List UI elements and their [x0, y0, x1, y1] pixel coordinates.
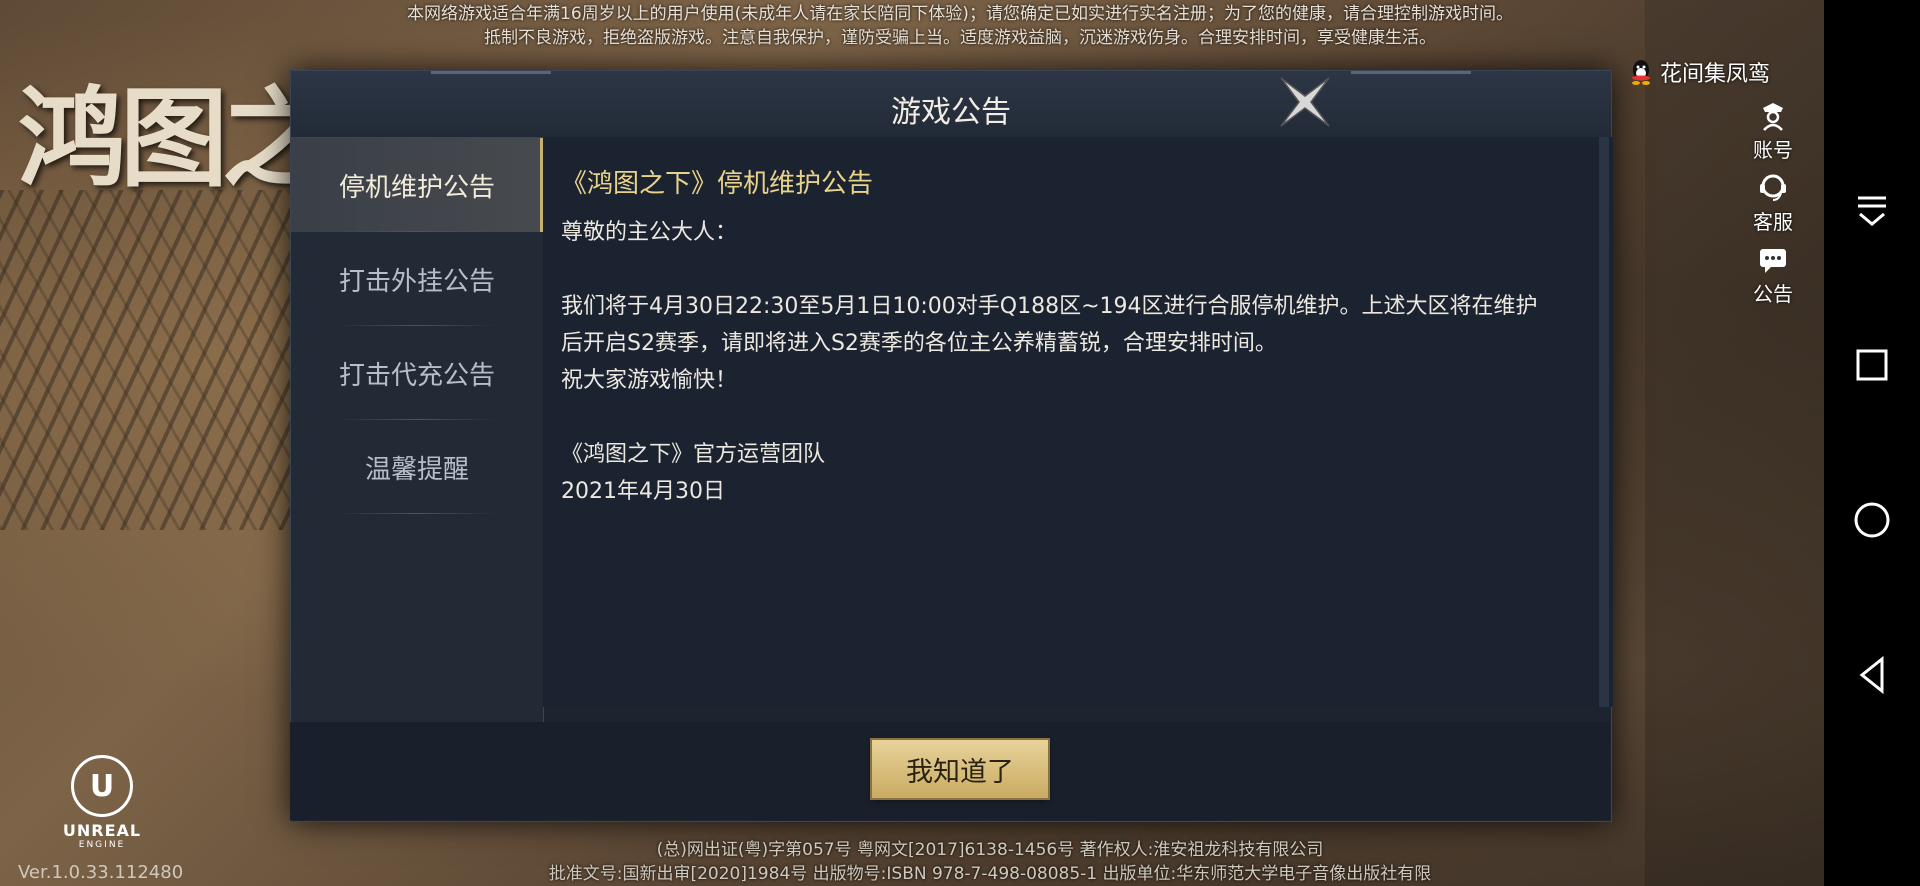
content-line: 我们将于4月30日22:30至5月1日10:00对手Q188区~194区进行合服… — [561, 294, 1538, 319]
username: 花间集凤鸾 — [1660, 62, 1771, 87]
dialog-title: 游戏公告 — [891, 95, 1011, 130]
notification-pull-icon[interactable] — [1852, 190, 1892, 230]
tab-maintenance[interactable]: 停机维护公告 — [291, 138, 543, 232]
content-line: 祝大家游戏愉快！ — [561, 368, 738, 393]
account-label: 账号 — [1753, 138, 1793, 162]
close-icon — [1280, 77, 1330, 127]
recents-icon[interactable] — [1852, 345, 1892, 385]
tab-reminder[interactable]: 温馨提醒 — [291, 420, 543, 514]
customer-service-label: 客服 — [1753, 210, 1793, 234]
announcement-content: 《鸿图之下》停机维护公告 尊敬的主公大人： 我们将于4月30日22:30至5月1… — [543, 137, 1613, 707]
content-line: 《鸿图之下》官方运营团队 — [561, 442, 826, 467]
license-line1: (总)网出证(粤)字第057号 粤网文[2017]6138-1456号 著作权人… — [656, 840, 1324, 860]
announcement-icon — [1760, 249, 1786, 273]
account-icon — [1763, 103, 1783, 131]
license-info: (总)网出证(粤)字第057号 粤网文[2017]6138-1456号 著作权人… — [420, 838, 1560, 886]
qq-icon — [1632, 60, 1650, 85]
content-line: 2021年4月30日 — [561, 479, 725, 504]
announcement-label: 公告 — [1753, 282, 1793, 306]
home-icon[interactable] — [1852, 500, 1892, 540]
content-scrollbar[interactable] — [1599, 137, 1609, 707]
acknowledge-button[interactable]: 我知道了 — [872, 740, 1048, 798]
customer-service-button[interactable]: 客服 — [1745, 172, 1801, 235]
tab-anti-proxy-recharge[interactable]: 打击代充公告 — [291, 326, 543, 420]
version-text: Ver.1.0.33.112480 — [18, 862, 184, 883]
health-notice-line2: 抵制不良游戏，拒绝盗版游戏。注意自我保护，谨防受骗上当。适度游戏益脑，沉迷游戏伤… — [484, 28, 1436, 48]
health-notice-line1: 本网络游戏适合年满16周岁以上的用户使用(未成年人请在家长陪同下体验)；请您确定… — [407, 4, 1513, 24]
unreal-engine-logo: U UNREAL ENGINE — [52, 755, 152, 850]
content-line — [561, 399, 1595, 436]
engine-name: UNREAL — [62, 821, 142, 840]
announcement-title: 《鸿图之下》停机维护公告 — [561, 169, 874, 199]
content-line: 尊敬的主公大人： — [561, 220, 738, 245]
game-logo: 鸿图之 — [18, 76, 330, 202]
background-soldiers — [0, 190, 330, 530]
system-nav-bar — [1824, 0, 1920, 886]
dialog-header: 游戏公告 — [291, 71, 1611, 140]
engine-sub: ENGINE — [78, 840, 126, 850]
back-icon[interactable] — [1852, 655, 1892, 695]
content-line: 后开启S2赛季，请即将进入S2赛季的各位主公养精蓄锐，合理安排时间。 — [561, 331, 1277, 356]
unreal-icon: U — [71, 755, 133, 817]
content-line — [561, 251, 1595, 288]
customer-service-icon — [1760, 174, 1786, 201]
announcement-button[interactable]: 公告 — [1745, 244, 1801, 307]
health-notice: 本网络游戏适合年满16周岁以上的用户使用(未成年人请在家长陪同下体验)；请您确定… — [340, 2, 1580, 50]
license-line2: 批准文号:国新出审[2020]1984号 出版物号:ISBN 978-7-498… — [548, 864, 1432, 884]
announcement-tabs: 停机维护公告 打击外挂公告 打击代充公告 温馨提醒 — [290, 137, 544, 723]
tab-anti-cheat[interactable]: 打击外挂公告 — [291, 232, 543, 326]
account-button[interactable]: 账号 — [1745, 100, 1801, 163]
close-button[interactable] — [1275, 72, 1335, 132]
user-info[interactable]: 花间集凤鸾 — [1630, 56, 1770, 88]
